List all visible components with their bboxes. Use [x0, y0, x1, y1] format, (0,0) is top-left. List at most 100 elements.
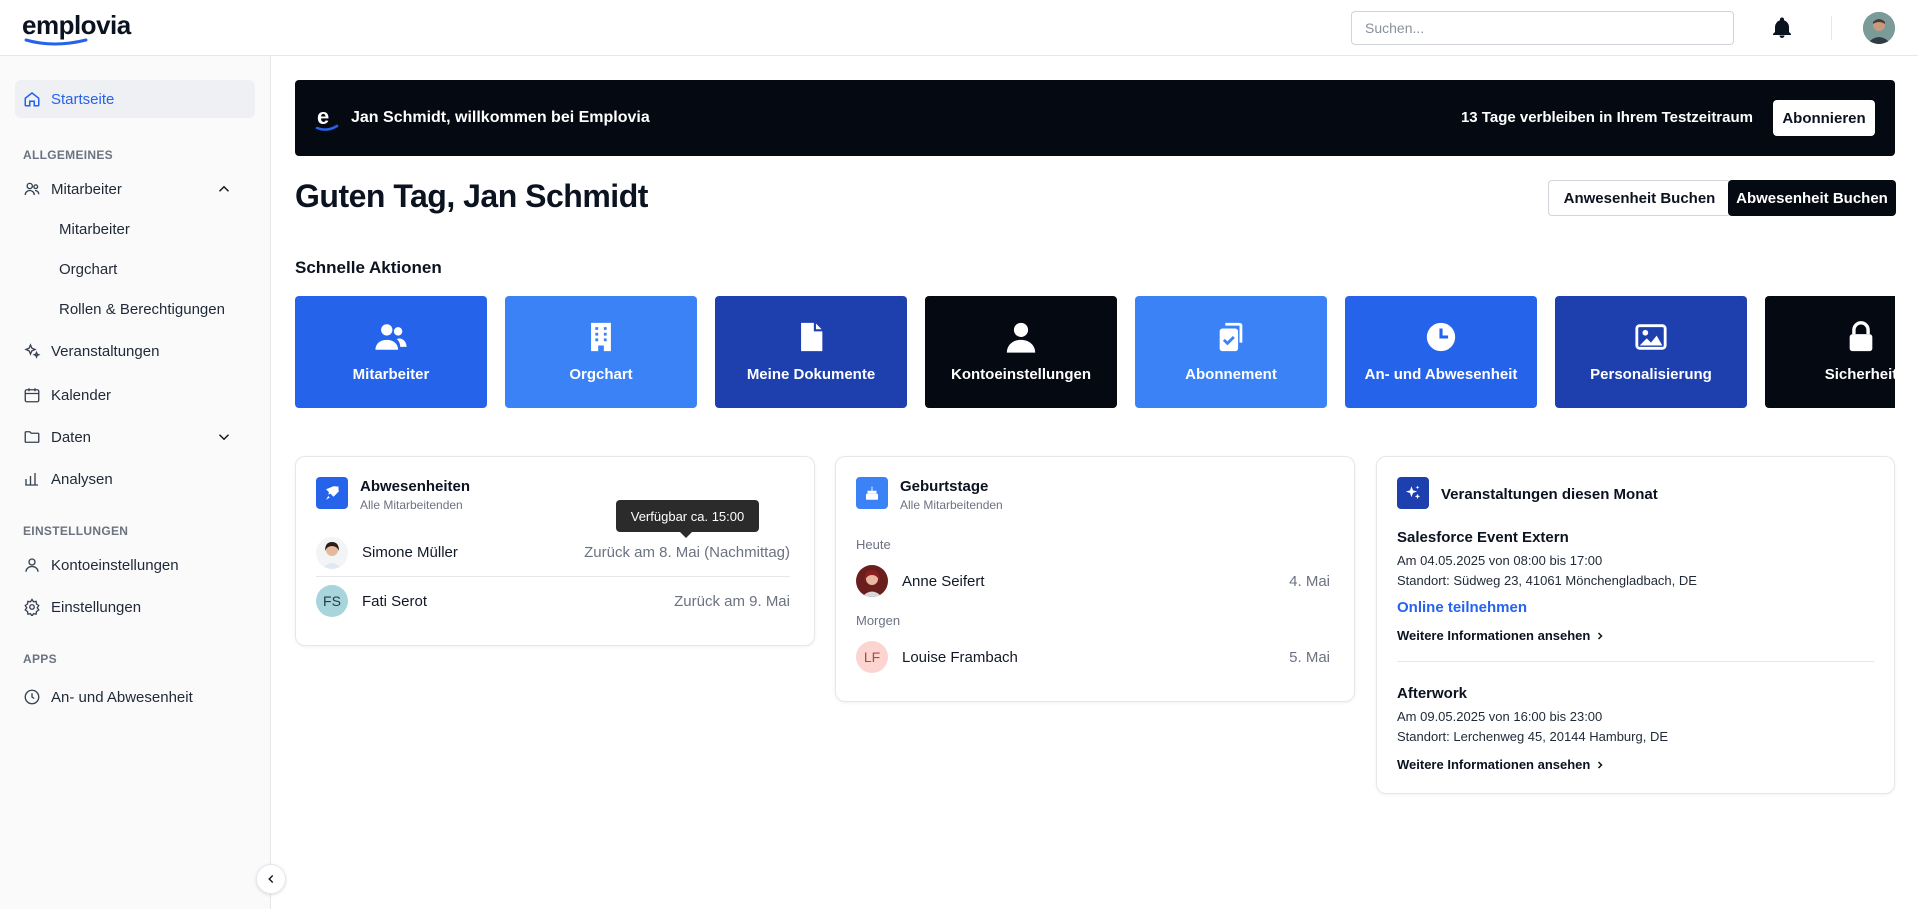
users-icon	[24, 182, 40, 196]
sidebar-section-general: ALLGEMEINES	[23, 148, 113, 162]
users-icon	[375, 324, 407, 350]
list-item[interactable]: LF Louise Frambach 5. Mai	[856, 633, 1330, 681]
sidebar-item-label: Einstellungen	[51, 598, 142, 616]
gear-icon	[24, 598, 40, 616]
sidebar-item-account-settings[interactable]: Kontoeinstellungen	[15, 546, 255, 584]
birthday-name: Anne Seifert	[902, 572, 985, 590]
rocket-icon	[316, 477, 348, 509]
sidebar-item-label: Veranstaltungen	[51, 342, 160, 360]
sidebar-item-label: Startseite	[51, 90, 115, 108]
quick-action-label: An- und Abwesenheit	[1364, 366, 1518, 383]
sidebar-collapse-button[interactable]	[256, 864, 286, 894]
clock-icon	[1426, 322, 1456, 352]
sidebar-item-settings[interactable]: Einstellungen	[15, 588, 255, 626]
event-more-info-link[interactable]: Weitere Informationen ansehen	[1397, 757, 1606, 772]
events-card: Veranstaltungen diesen Monat Salesforce …	[1376, 456, 1895, 794]
events-title: Veranstaltungen diesen Monat	[1441, 486, 1658, 503]
emplovia-e-logo-icon: e	[315, 104, 339, 131]
event-divider	[1397, 661, 1874, 662]
subscribe-button[interactable]: Abonnieren	[1773, 100, 1875, 136]
chevron-down-icon[interactable]	[215, 428, 233, 446]
sidebar-item-label: Mitarbeiter	[51, 180, 122, 198]
building-icon	[591, 322, 611, 352]
quick-action-orgchart[interactable]: Orgchart	[505, 296, 697, 408]
birthday-name: Louise Frambach	[902, 648, 1018, 666]
absences-card: Abwesenheiten Alle Mitarbeitenden Simone…	[295, 456, 815, 646]
event-more-info-link[interactable]: Weitere Informationen ansehen	[1397, 628, 1606, 643]
quick-action-label: Abonnement	[1185, 366, 1277, 383]
quick-action-label: Personalisierung	[1590, 366, 1712, 383]
availability-tooltip: Verfügbar ca. 15:00	[616, 500, 759, 538]
quick-action-documents[interactable]: Meine Dokumente	[715, 296, 907, 408]
event-online-join-link[interactable]: Online teilnehmen	[1397, 599, 1527, 616]
event-location: Standort: Lerchenweg 45, 20144 Hamburg, …	[1397, 729, 1669, 744]
birthday-date: 5. Mai	[1289, 648, 1330, 666]
sidebar-section-apps: APPS	[23, 652, 57, 666]
absence-name: Fati Serot	[362, 592, 428, 610]
image-icon	[1635, 324, 1667, 350]
app-logo[interactable]: emplovia	[22, 10, 131, 41]
chevron-right-icon	[1598, 760, 1603, 769]
sidebar-item-employees-group[interactable]: Mitarbeiter	[15, 170, 255, 208]
notification-bell-icon[interactable]	[1770, 16, 1794, 40]
chevron-right-icon	[1598, 631, 1603, 640]
quick-actions-title: Schnelle Aktionen	[295, 258, 442, 277]
subscription-icon	[1219, 322, 1243, 352]
clock-icon	[24, 689, 40, 705]
event-title: Afterwork	[1397, 685, 1468, 702]
absences-title: Abwesenheiten	[360, 478, 471, 495]
event-time: Am 04.05.2025 von 08:00 bis 17:00	[1397, 553, 1603, 568]
list-item[interactable]: Anne Seifert 4. Mai	[856, 557, 1330, 605]
event-more-info-label: Weitere Informationen ansehen	[1397, 757, 1591, 772]
quick-action-personalization[interactable]: Personalisierung	[1555, 296, 1747, 408]
page-title: Guten Tag, Jan Schmidt	[295, 178, 648, 214]
book-absence-button[interactable]: Abwesenheit Buchen	[1728, 180, 1896, 216]
quick-action-account-settings[interactable]: Kontoeinstellungen	[925, 296, 1117, 408]
event-more-info-label: Weitere Informationen ansehen	[1397, 628, 1591, 643]
birthdays-today-label: Heute	[856, 537, 891, 552]
sidebar-item-events[interactable]: Veranstaltungen	[15, 332, 255, 370]
book-attendance-button[interactable]: Anwesenheit Buchen	[1548, 180, 1731, 216]
avatar	[856, 565, 888, 597]
quick-action-employees[interactable]: Mitarbeiter	[295, 296, 487, 408]
user-avatar[interactable]	[1863, 12, 1895, 44]
quick-actions-row: Mitarbeiter Orgchart Meine Dokumente Kon…	[295, 296, 1895, 408]
sparkles-icon	[24, 343, 41, 359]
banner-trial-text: 13 Tage verbleiben in Ihrem Testzeitraum	[1460, 109, 1753, 126]
quick-action-label: Sicherheit	[1824, 366, 1895, 383]
quick-action-security[interactable]: Sicherheit	[1765, 296, 1895, 408]
quick-action-attendance[interactable]: An- und Abwesenheit	[1345, 296, 1537, 408]
sidebar-subitem-roles[interactable]: Rollen & Berechtigungen	[59, 294, 225, 324]
event-title: Salesforce Event Extern	[1397, 529, 1569, 546]
quick-action-label: Kontoeinstellungen	[951, 366, 1091, 383]
sidebar-item-attendance[interactable]: An- und Abwesenheit	[15, 678, 255, 716]
absences-subtitle: Alle Mitarbeitenden	[360, 498, 463, 512]
chevron-up-icon[interactable]	[215, 180, 233, 198]
top-divider	[1831, 16, 1832, 40]
table-row[interactable]: FS Fati Serot Zurück am 9. Mai	[316, 577, 790, 625]
user-icon	[25, 558, 39, 572]
quick-action-label: Orgchart	[569, 366, 633, 383]
search-input[interactable]	[1351, 11, 1734, 45]
sidebar-item-calendar[interactable]: Kalender	[15, 376, 255, 414]
absence-name: Simone Müller	[362, 544, 458, 561]
banner-welcome-text: Jan Schmidt, willkommen bei Emplovia	[351, 109, 650, 126]
birthday-date: 4. Mai	[1289, 572, 1330, 590]
quick-action-label: Meine Dokumente	[746, 366, 876, 383]
table-row[interactable]: Simone Müller Zurück am 8. Mai (Nachmitt…	[316, 529, 790, 577]
sidebar: Startseite ALLGEMEINES Mitarbeiter Mitar…	[0, 56, 271, 909]
sidebar-item-data[interactable]: Daten	[15, 418, 255, 456]
sidebar-section-settings: EINSTELLUNGEN	[23, 524, 129, 538]
sidebar-item-home[interactable]: Startseite	[15, 80, 255, 118]
user-icon	[1006, 322, 1036, 353]
lock-icon	[1849, 321, 1873, 352]
sidebar-subitem-employees[interactable]: Mitarbeiter	[59, 214, 130, 244]
sidebar-subitem-orgchart[interactable]: Orgchart	[59, 254, 117, 284]
top-bar: emplovia	[0, 0, 1918, 56]
sidebar-item-label: Kalender	[51, 386, 112, 404]
birthdays-card: Geburtstage Alle Mitarbeitenden Heute An…	[835, 456, 1355, 702]
birthdays-subtitle: Alle Mitarbeitenden	[900, 498, 1003, 512]
sidebar-item-analytics[interactable]: Analysen	[15, 460, 255, 498]
quick-action-subscription[interactable]: Abonnement	[1135, 296, 1327, 408]
absence-status: Zurück am 9. Mai	[674, 592, 790, 610]
